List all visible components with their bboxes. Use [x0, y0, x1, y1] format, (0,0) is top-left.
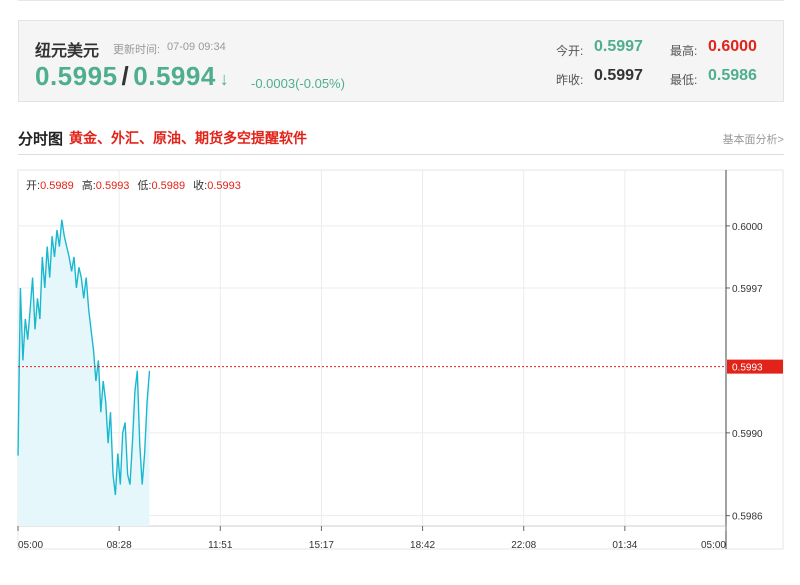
- y-tick-label: 0.5990: [732, 429, 763, 440]
- fundamentals-link[interactable]: 基本面分析>: [723, 131, 784, 147]
- x-tick-label: 18:42: [410, 540, 435, 551]
- ohlc-open-value: 0.5989: [40, 180, 74, 192]
- pair-name: 纽元美元: [35, 43, 100, 60]
- bid-price: 0.5995: [35, 61, 118, 91]
- low-label: 最低:: [670, 73, 698, 87]
- x-tick-label: 11:51: [208, 540, 233, 551]
- price-display: 0.5995/0.5994 ↓: [35, 61, 229, 92]
- ohlc-high-label: 高:: [81, 180, 96, 192]
- high-label: 最高:: [670, 44, 698, 58]
- x-tick-label: 15:17: [309, 540, 334, 551]
- ohlc-high-value: 0.5993: [95, 180, 130, 192]
- high-value: 0.6000: [708, 38, 757, 55]
- current-price-label: 0.5993: [732, 363, 763, 374]
- section-title: 分时图: [18, 131, 64, 148]
- ohlc-low-label: 低:: [137, 180, 152, 192]
- price-change: -0.0003(-0.05%): [251, 76, 345, 91]
- ask-price: 0.5994: [133, 61, 216, 91]
- quote-panel: 纽元美元 更新时间: 07-09 09:34 0.5995/0.5994 ↓ -0…: [18, 20, 784, 102]
- x-tick-label: 08:28: [107, 540, 132, 551]
- y-tick-label: 0.6000: [732, 222, 763, 233]
- update-time-label: 更新时间:: [113, 44, 161, 56]
- ohlc-low-value: 0.5989: [151, 180, 186, 192]
- prev-close-label: 昨收:: [556, 73, 584, 87]
- ohlc-open-label: 开:: [26, 180, 41, 192]
- low-value: 0.5986: [708, 67, 757, 84]
- open-value: 0.5997: [594, 38, 643, 55]
- price-separator: /: [121, 61, 130, 91]
- prev-close-value: 0.5997: [594, 67, 643, 84]
- y-tick-label: 0.5997: [732, 284, 763, 295]
- update-time: 07-09 09:34: [167, 41, 226, 53]
- x-tick-label: 22:08: [511, 540, 536, 551]
- down-arrow-icon: ↓: [219, 69, 230, 89]
- alert-software-ad-link[interactable]: 黄金、外汇、原油、期货多空提醒软件: [69, 128, 307, 148]
- ohlc-close-value: 0.5993: [207, 180, 241, 192]
- ohlc-close-label: 收:: [193, 180, 208, 192]
- intraday-chart: 0.6000 0.5997 0.5990 0.5986 05:00 08:28 11:51 1…: [17, 169, 784, 551]
- x-tick-label: 05:00: [18, 540, 43, 551]
- x-tick-label: 01:34: [612, 540, 637, 551]
- ohlc-readout: 开:0.5989 高:0.5993 低:0.5989 收:0.5993: [26, 177, 249, 193]
- top-divider: [18, 0, 784, 1]
- x-tick-label: 05:00: [701, 540, 726, 551]
- y-tick-label: 0.5986: [732, 512, 763, 523]
- open-label: 今开:: [556, 44, 584, 58]
